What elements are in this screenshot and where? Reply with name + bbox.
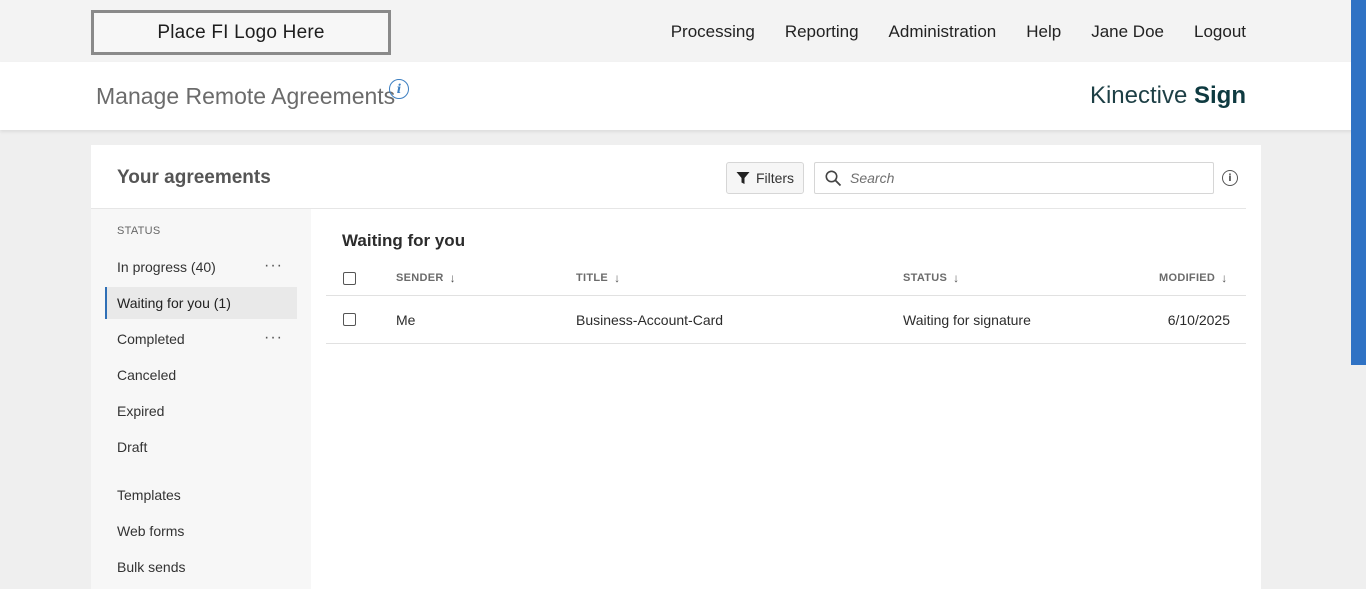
- more-options-icon[interactable]: ···: [264, 257, 283, 275]
- sidebar-item-in-progress[interactable]: In progress (40) ···: [105, 251, 297, 283]
- cell-modified[interactable]: 6/10/2025: [1168, 312, 1230, 328]
- sort-arrow-down-icon: ↓: [1221, 271, 1228, 285]
- column-header-label: SENDER: [396, 272, 444, 284]
- brand-logo: Kinective Sign: [1090, 82, 1246, 110]
- page-header: Manage Remote Agreements i Kinective Sig…: [0, 62, 1366, 130]
- search-input[interactable]: [850, 170, 1190, 186]
- sidebar-item-draft[interactable]: Draft: [105, 431, 297, 463]
- search-info-icon[interactable]: i: [1222, 170, 1238, 186]
- sidebar-item-templates[interactable]: Templates: [105, 479, 297, 511]
- sidebar-item-web-forms[interactable]: Web forms: [105, 515, 297, 547]
- page-title: Manage Remote Agreements: [96, 83, 396, 109]
- nav-user-name[interactable]: Jane Doe: [1091, 22, 1164, 42]
- sidebar-item-label: Web forms: [117, 523, 185, 539]
- column-header-label: MODIFIED: [1159, 272, 1216, 284]
- sidebar-item-label: Bulk sends: [117, 559, 186, 575]
- fi-logo-placeholder[interactable]: Place FI Logo Here: [91, 10, 391, 55]
- table-header-divider: [326, 295, 1246, 296]
- row-checkbox[interactable]: [343, 313, 356, 326]
- sidebar-item-expired[interactable]: Expired: [105, 395, 297, 427]
- sidebar-item-canceled[interactable]: Canceled: [105, 359, 297, 391]
- nav-processing[interactable]: Processing: [671, 22, 755, 42]
- sidebar-item-bulk-sends[interactable]: Bulk sends: [105, 551, 297, 583]
- card-title: Your agreements: [117, 167, 271, 188]
- column-header-label: STATUS: [903, 272, 948, 284]
- sidebar-item-label: In progress (40): [117, 259, 216, 275]
- select-all-checkbox[interactable]: [343, 272, 356, 285]
- section-title: Waiting for you: [342, 231, 466, 250]
- nav-reporting[interactable]: Reporting: [785, 22, 859, 42]
- cell-title[interactable]: Business-Account-Card: [576, 312, 723, 328]
- sidebar-item-label: Expired: [117, 403, 165, 419]
- sidebar-item-label: Draft: [117, 439, 148, 455]
- agreements-card: Your agreements Filters i STATUS In prog…: [91, 145, 1261, 589]
- brand-name-bold: Sign: [1194, 82, 1246, 109]
- more-options-icon[interactable]: ···: [264, 329, 283, 347]
- cell-sender[interactable]: Me: [396, 312, 415, 328]
- sort-arrow-down-icon: ↓: [614, 271, 621, 285]
- search-icon: [825, 170, 842, 186]
- filter-icon: [736, 172, 750, 184]
- nav-help[interactable]: Help: [1026, 22, 1061, 42]
- brand-name-light: Kinective: [1089, 82, 1188, 109]
- filters-label: Filters: [755, 170, 795, 186]
- sidebar-item-label: Completed: [117, 331, 185, 347]
- sidebar-heading: STATUS: [117, 225, 161, 237]
- column-header-sender[interactable]: SENDER ↓: [396, 271, 456, 285]
- table-row-divider: [326, 343, 1246, 344]
- sort-arrow-down-icon: ↓: [953, 271, 960, 285]
- sidebar-item-label: Waiting for you (1): [117, 295, 231, 311]
- vertical-scrollbar[interactable]: [1351, 0, 1366, 365]
- sidebar-item-completed[interactable]: Completed ···: [105, 323, 297, 355]
- column-header-title[interactable]: TITLE ↓: [576, 271, 620, 285]
- info-icon[interactable]: i: [389, 79, 409, 99]
- sidebar-item-label: Canceled: [117, 367, 177, 383]
- status-sidebar: STATUS In progress (40) ··· Waiting for …: [91, 209, 311, 589]
- top-navigation-bar: Place FI Logo Here Processing Reporting …: [0, 0, 1366, 62]
- column-header-modified[interactable]: MODIFIED ↓: [1159, 271, 1228, 285]
- top-nav-links: Processing Reporting Administration Help…: [671, 22, 1246, 42]
- sidebar-item-label: Templates: [117, 487, 181, 503]
- nav-logout[interactable]: Logout: [1194, 22, 1246, 42]
- column-header-status[interactable]: STATUS ↓: [903, 271, 959, 285]
- sidebar-item-waiting-for-you[interactable]: Waiting for you (1): [105, 287, 297, 319]
- column-header-label: TITLE: [576, 272, 609, 284]
- cell-status[interactable]: Waiting for signature: [903, 312, 1031, 328]
- sort-arrow-down-icon: ↓: [449, 271, 456, 285]
- search-field[interactable]: [814, 162, 1214, 194]
- nav-administration[interactable]: Administration: [889, 22, 997, 42]
- filters-button[interactable]: Filters: [726, 162, 804, 194]
